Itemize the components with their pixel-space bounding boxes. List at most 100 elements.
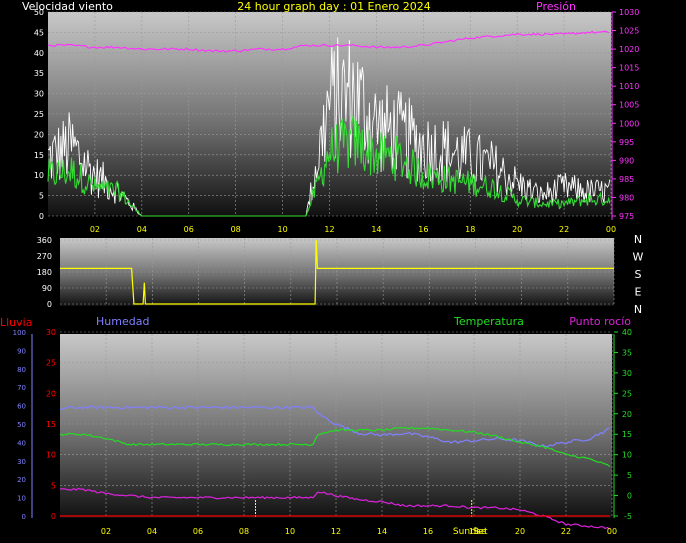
wind-y-tick: 45 (34, 28, 44, 37)
temperature-y-tick: 5 (627, 471, 632, 480)
humidity-y-tick: 50 (17, 421, 26, 429)
humidity-y-tick: 90 (17, 347, 26, 355)
pressure-y-tick: 1010 (619, 82, 639, 91)
pressure-y-tick: 1000 (619, 119, 639, 128)
wind-x-tick: 04 (137, 225, 147, 234)
wind-y-tick: 5 (39, 192, 44, 201)
pressure-y-tick: 980 (619, 193, 634, 202)
wind-x-tick: 20 (512, 225, 522, 234)
wind-x-tick: 08 (231, 225, 241, 234)
direction-y-tick: 90 (42, 284, 52, 293)
wind-x-tick: 14 (371, 225, 381, 234)
humidity-y-tick: 40 (17, 439, 26, 447)
temperature-y-tick: 35 (622, 348, 632, 357)
rain-y-tick: 30 (46, 328, 56, 337)
humidity-y-tick: 0 (22, 513, 26, 521)
wind-y-tick: 0 (39, 212, 44, 221)
weather-graph: 05101520253035404550 9759809859909951000… (0, 0, 644, 537)
direction-panel: 090180270360 NWSEN (37, 233, 644, 316)
wind-x-tick: 22 (559, 225, 569, 234)
compass-label: N (634, 233, 642, 246)
wind-x-tick: 12 (324, 225, 334, 234)
sunset-label: Set (473, 527, 488, 537)
thermo-x-tick: 08 (239, 527, 249, 536)
temperature-axis: -5 0 5 10 15 20 25 30 35 40 (613, 328, 632, 521)
pressure-y-tick: 1020 (619, 45, 639, 54)
compass-label: N (634, 303, 642, 316)
thermo-x-tick: 14 (377, 527, 387, 536)
pressure-y-tick: 1005 (619, 101, 639, 110)
thermo-x-tick: 02 (101, 527, 111, 536)
rain-y-tick: 10 (46, 451, 56, 460)
humidity-y-tick: 70 (17, 384, 26, 392)
wind-x-tick: 18 (465, 225, 475, 234)
humidity-y-tick: 80 (17, 366, 26, 374)
pressure-y-tick: 1025 (619, 27, 639, 36)
thermo-x-tick: 10 (285, 527, 295, 536)
temperature-y-tick: -5 (624, 512, 632, 521)
wind-y-tick: 30 (34, 90, 44, 99)
humidity-y-tick: 60 (17, 403, 26, 411)
temperature-y-tick: 20 (622, 410, 632, 419)
rain-y-tick: 20 (46, 389, 56, 398)
humidity-y-tick: 20 (17, 476, 26, 484)
wind-x-tick: 06 (184, 225, 194, 234)
thermo-x-tick: 06 (193, 527, 203, 536)
wind-x-tick: 00 (606, 225, 616, 234)
wind-y-tick: 40 (34, 49, 44, 58)
wind-speed-label: Velocidad viento (22, 0, 113, 13)
thermo-x-tick: 12 (331, 527, 341, 536)
wind-left-axis: 05101520253035404550 (34, 8, 44, 221)
rain-label: Lluvia (0, 316, 32, 329)
rain-y-tick: 5 (51, 481, 56, 490)
compass-label: S (635, 268, 642, 281)
wind-y-tick: 20 (34, 130, 44, 139)
wind-x-tick: 10 (277, 225, 287, 234)
pressure-label: Presión (536, 0, 576, 13)
thermo-panel: 0 10 20 30 40 50 60 70 80 90 100 0 5 10 15 20 25 30 -5 0 5… (0, 315, 632, 537)
thermo-x-tick: 22 (561, 527, 571, 536)
temperature-label: Temperatura (453, 315, 524, 328)
rain-axis: 0 5 10 15 20 25 30 (46, 328, 56, 521)
direction-y-axis: 0 90 180 270 360 (37, 236, 52, 309)
pressure-y-tick: 1015 (619, 64, 639, 73)
wind-x-tick: 16 (418, 225, 428, 234)
compass-labels: NWSEN (633, 233, 644, 316)
direction-y-tick: 270 (37, 252, 52, 261)
rain-y-tick: 0 (51, 512, 56, 521)
humidity-y-tick: 10 (17, 495, 26, 503)
temperature-y-tick: 30 (622, 369, 632, 378)
humidity-y-tick: 100 (13, 329, 26, 337)
humidity-label: Humedad (96, 315, 149, 328)
wind-y-tick: 15 (34, 151, 44, 160)
wind-y-tick: 35 (34, 69, 44, 78)
thermo-x-tick: 04 (147, 527, 157, 536)
pressure-y-tick: 990 (619, 156, 634, 165)
wind-x-tick: 02 (90, 225, 100, 234)
temperature-y-tick: 10 (622, 451, 632, 460)
compass-label: W (633, 251, 644, 264)
pressure-y-tick: 985 (619, 175, 634, 184)
temperature-y-tick: 40 (622, 328, 632, 337)
direction-y-tick: 360 (37, 236, 52, 245)
pressure-y-tick: 995 (619, 138, 634, 147)
temperature-y-tick: 0 (627, 492, 632, 501)
pressure-y-tick: 975 (619, 212, 634, 221)
thermo-x-tick: 20 (515, 527, 525, 536)
chart-title: 24 hour graph day : 01 Enero 2024 (237, 0, 431, 13)
thermo-x-axis: 02 04 06 08 10 12 14 16 18 20 22 00 (101, 527, 617, 536)
wind-y-tick: 10 (34, 171, 44, 180)
direction-y-tick: 0 (47, 300, 52, 309)
compass-label: E (635, 286, 642, 299)
wind-panel: 05101520253035404550 9759809859909951000… (22, 0, 639, 234)
humidity-axis: 0 10 20 30 40 50 60 70 80 90 100 (13, 329, 33, 521)
wind-y-tick: 25 (34, 110, 44, 119)
wind-x-axis: 02 04 06 08 10 12 14 16 18 20 22 00 (90, 225, 616, 234)
pressure-right-axis: 975 980 985 990 995 1000 1005 1010 1015 1020 1025 1… (611, 8, 639, 221)
thermo-x-tick: 16 (423, 527, 433, 536)
humidity-y-tick: 30 (17, 458, 26, 466)
rain-y-tick: 15 (46, 420, 56, 429)
dewpoint-label: Punto rocío (569, 315, 631, 328)
rain-y-tick: 25 (46, 359, 56, 368)
thermo-x-tick: 00 (607, 527, 617, 536)
